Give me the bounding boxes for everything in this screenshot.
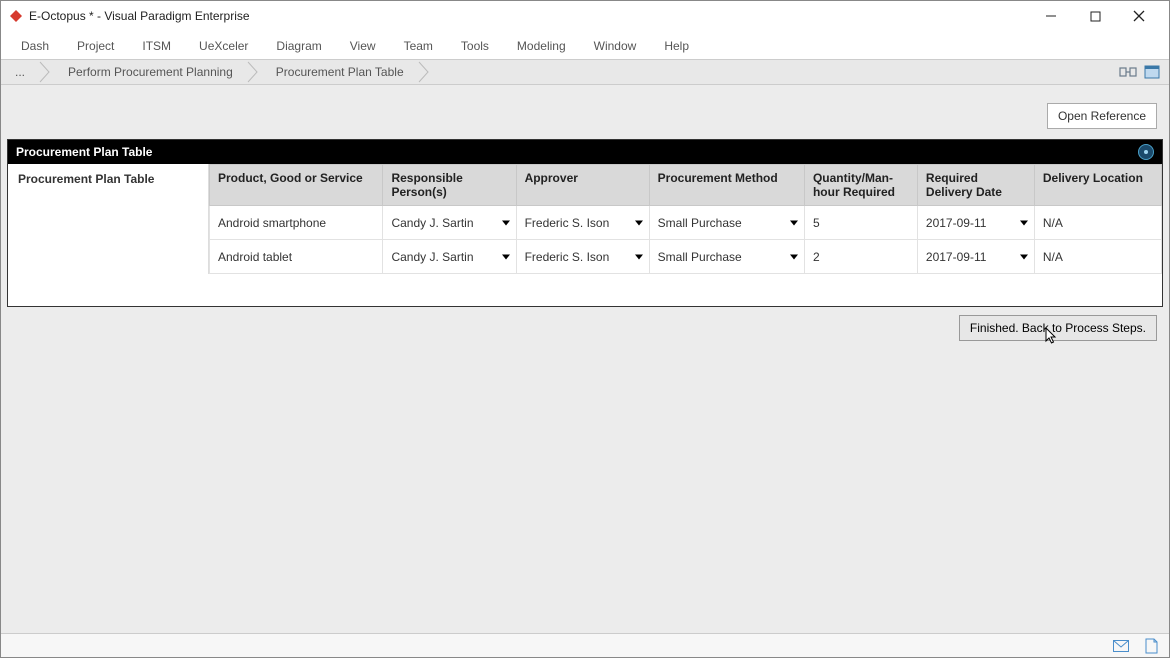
- chevron-right-icon: [247, 61, 258, 83]
- chevron-down-icon[interactable]: [635, 254, 643, 259]
- menu-team[interactable]: Team: [390, 35, 447, 57]
- menu-project[interactable]: Project: [63, 35, 128, 57]
- breadcrumb-root[interactable]: ...: [5, 61, 39, 83]
- cell-date[interactable]: 2017-09-11: [917, 206, 1034, 240]
- menu-diagram[interactable]: Diagram: [262, 35, 335, 57]
- cell-quantity[interactable]: 5: [804, 206, 917, 240]
- breadcrumb: ... Perform Procurement Planning Procure…: [5, 61, 1119, 83]
- window-titlebar: E-Octopus * - Visual Paradigm Enterprise: [1, 1, 1169, 31]
- breadcrumb-item-1[interactable]: Procurement Plan Table: [258, 61, 418, 83]
- window-title: E-Octopus * - Visual Paradigm Enterprise: [29, 9, 250, 23]
- breadcrumb-root-label: ...: [15, 65, 25, 79]
- cell-approver[interactable]: Frederic S. Ison: [516, 240, 649, 274]
- open-reference-button[interactable]: Open Reference: [1047, 103, 1157, 129]
- menu-view[interactable]: View: [336, 35, 390, 57]
- col-approver[interactable]: Approver: [516, 165, 649, 206]
- menu-tools[interactable]: Tools: [447, 35, 503, 57]
- breadcrumb-item-0[interactable]: Perform Procurement Planning: [50, 61, 247, 83]
- breadcrumb-bar: ... Perform Procurement Planning Procure…: [1, 59, 1169, 85]
- panel-title: Procurement Plan Table: [16, 145, 152, 159]
- breadcrumb-item-label: Procurement Plan Table: [276, 65, 404, 79]
- window-minimize-button[interactable]: [1029, 1, 1073, 31]
- cell-date[interactable]: 2017-09-11: [917, 240, 1034, 274]
- cell-location[interactable]: N/A: [1034, 240, 1161, 274]
- col-responsible[interactable]: Responsible Person(s): [383, 165, 516, 206]
- panel-target-icon[interactable]: [1138, 144, 1154, 160]
- table-header-row: Product, Good or Service Responsible Per…: [210, 165, 1162, 206]
- table-row[interactable]: Android tablet Candy J. Sartin Frederic …: [210, 240, 1162, 274]
- toolbar-panel-icon[interactable]: [1143, 63, 1161, 81]
- col-method[interactable]: Procurement Method: [649, 165, 804, 206]
- menu-modeling[interactable]: Modeling: [503, 35, 580, 57]
- breadcrumb-item-label: Perform Procurement Planning: [68, 65, 233, 79]
- procurement-table: Product, Good or Service Responsible Per…: [208, 164, 1162, 274]
- mail-icon[interactable]: [1113, 638, 1129, 654]
- chevron-down-icon[interactable]: [790, 220, 798, 225]
- toolbar-layout-icon[interactable]: [1119, 63, 1137, 81]
- menu-uexceler[interactable]: UeXceler: [185, 35, 262, 57]
- panel-side-label: Procurement Plan Table: [8, 164, 208, 274]
- cell-approver[interactable]: Frederic S. Ison: [516, 206, 649, 240]
- chevron-down-icon[interactable]: [502, 254, 510, 259]
- panel-header: Procurement Plan Table: [8, 140, 1162, 164]
- chevron-right-icon: [418, 61, 429, 83]
- mouse-cursor-icon: [1045, 327, 1059, 348]
- menu-help[interactable]: Help: [650, 35, 703, 57]
- col-location[interactable]: Delivery Location: [1034, 165, 1161, 206]
- chevron-down-icon[interactable]: [1020, 254, 1028, 259]
- menu-window[interactable]: Window: [580, 35, 651, 57]
- menu-dash[interactable]: Dash: [7, 35, 63, 57]
- window-close-button[interactable]: [1117, 1, 1161, 31]
- menubar: Dash Project ITSM UeXceler Diagram View …: [1, 31, 1169, 59]
- document-icon[interactable]: [1143, 638, 1159, 654]
- col-quantity[interactable]: Quantity/Man-hour Required: [804, 165, 917, 206]
- cell-quantity[interactable]: 2: [804, 240, 917, 274]
- menu-itsm[interactable]: ITSM: [128, 35, 185, 57]
- table-row[interactable]: Android smartphone Candy J. Sartin Frede…: [210, 206, 1162, 240]
- cell-method[interactable]: Small Purchase: [649, 240, 804, 274]
- cell-product[interactable]: Android smartphone: [210, 206, 383, 240]
- content-area: Open Reference Procurement Plan Table Pr…: [1, 85, 1169, 633]
- chevron-right-icon: [39, 61, 50, 83]
- col-date[interactable]: Required Delivery Date: [917, 165, 1034, 206]
- window-maximize-button[interactable]: [1073, 1, 1117, 31]
- cell-responsible[interactable]: Candy J. Sartin: [383, 240, 516, 274]
- cell-method[interactable]: Small Purchase: [649, 206, 804, 240]
- chevron-down-icon[interactable]: [1020, 220, 1028, 225]
- cell-responsible[interactable]: Candy J. Sartin: [383, 206, 516, 240]
- app-icon: [9, 9, 23, 23]
- cell-product[interactable]: Android tablet: [210, 240, 383, 274]
- chevron-down-icon[interactable]: [790, 254, 798, 259]
- status-bar: [1, 633, 1169, 657]
- chevron-down-icon[interactable]: [502, 220, 510, 225]
- col-product[interactable]: Product, Good or Service: [210, 165, 383, 206]
- chevron-down-icon[interactable]: [635, 220, 643, 225]
- cell-location[interactable]: N/A: [1034, 206, 1161, 240]
- procurement-panel: Procurement Plan Table Procurement Plan …: [7, 139, 1163, 307]
